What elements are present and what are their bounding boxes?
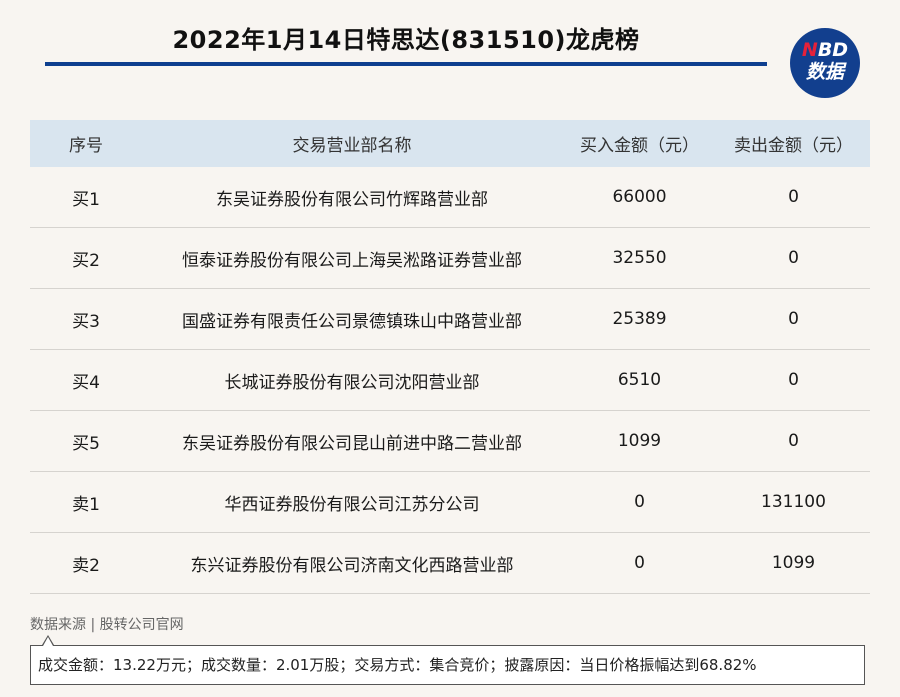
row-buy-amount: 1099 [617, 431, 662, 451]
table-row: 卖1 华西证券股份有限公司江苏分公司 0 131100 [30, 472, 870, 533]
row-broker: 东吴证券股份有限公司昆山前进中路二营业部 [182, 433, 522, 454]
row-buy-amount: 25389 [612, 309, 667, 329]
title-underline [45, 62, 767, 66]
table-row: 买4 长城证券股份有限公司沈阳营业部 6510 0 [30, 350, 870, 411]
row-buy-amount: 0 [634, 492, 645, 512]
logo-text-bottom: 数据 [805, 61, 844, 83]
table-row: 买3 国盛证券有限责任公司景德镇珠山中路营业部 25389 0 [30, 289, 870, 350]
row-broker: 恒泰证券股份有限公司上海吴淞路证券营业部 [182, 250, 522, 271]
header-broker: 交易营业部名称 [292, 136, 412, 156]
row-buy-amount: 6510 [617, 370, 662, 390]
row-buy-amount: 0 [634, 553, 645, 573]
note-pointer-fill [43, 637, 53, 646]
data-source: 数据来源 | 股转公司官网 [30, 617, 184, 633]
row-index: 买2 [72, 250, 100, 271]
row-sell-amount: 1099 [771, 553, 816, 573]
header-sell-amount: 卖出金额（元） [734, 136, 853, 156]
page-title: 2022年1月14日特思达(831510)龙虎榜 [172, 26, 640, 54]
row-broker: 华西证券股份有限公司江苏分公司 [224, 494, 480, 515]
row-broker: 长城证券股份有限公司沈阳营业部 [224, 372, 480, 393]
header-buy-amount: 买入金额（元） [580, 136, 699, 156]
row-sell-amount: 0 [788, 431, 799, 451]
row-broker: 东兴证券股份有限公司济南文化西路营业部 [190, 555, 514, 576]
table-row: 卖2 东兴证券股份有限公司济南文化西路营业部 0 1099 [30, 533, 870, 594]
row-sell-amount: 131100 [761, 492, 826, 512]
table-row: 买5 东吴证券股份有限公司昆山前进中路二营业部 1099 0 [30, 411, 870, 472]
nbd-logo: NBD 数据 [790, 28, 860, 98]
row-index: 买4 [72, 372, 100, 393]
row-sell-amount: 0 [788, 187, 799, 207]
row-sell-amount: 0 [788, 370, 799, 390]
logo-text-top: NBD [790, 39, 860, 61]
row-buy-amount: 32550 [612, 248, 667, 268]
row-buy-amount: 66000 [612, 187, 667, 207]
row-broker: 国盛证券有限责任公司景德镇珠山中路营业部 [182, 311, 522, 332]
row-sell-amount: 0 [788, 309, 799, 329]
table-row: 买2 恒泰证券股份有限公司上海吴淞路证券营业部 32550 0 [30, 228, 870, 289]
header-index: 序号 [69, 136, 103, 156]
row-index: 买1 [72, 189, 100, 210]
dragon-tiger-table: 序号 交易营业部名称 买入金额（元） 卖出金额（元） 买1 东吴证券股份有限公司竹… [30, 120, 870, 594]
row-broker: 东吴证券股份有限公司竹辉路营业部 [216, 189, 488, 210]
row-index: 买5 [72, 433, 100, 454]
row-index: 卖1 [72, 494, 100, 515]
row-sell-amount: 0 [788, 248, 799, 268]
logo-letters-bd: BD [817, 39, 849, 61]
table-body: 买1 东吴证券股份有限公司竹辉路营业部 66000 0 买2 恒泰证券股份有限公司上海吴淞… [30, 167, 870, 594]
row-index: 卖2 [72, 555, 100, 576]
trade-summary-note: 成交金额：13.22万元；成交数量：2.01万股；交易方式：集合竞价；披露原因：… [30, 645, 865, 685]
logo-letter-n: N [801, 39, 818, 61]
table-row: 买1 东吴证券股份有限公司竹辉路营业部 66000 0 [30, 167, 870, 228]
table-header: 序号 交易营业部名称 买入金额（元） 卖出金额（元） [30, 120, 870, 167]
row-index: 买3 [72, 311, 100, 332]
